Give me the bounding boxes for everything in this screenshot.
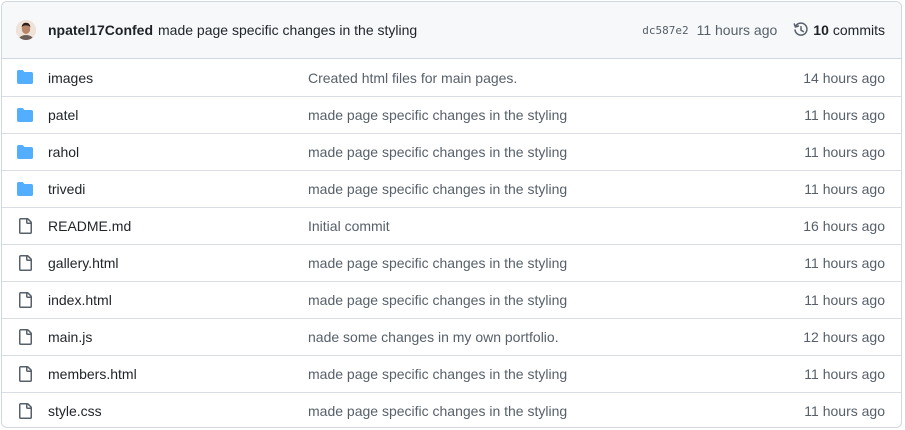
- file-icon: [17, 255, 33, 271]
- commit-message-link[interactable]: nade some changes in my own portfolio.: [308, 329, 559, 345]
- file-name-link[interactable]: style.css: [48, 403, 102, 419]
- file-name-link[interactable]: main.js: [48, 329, 92, 345]
- file-row[interactable]: images Created html files for main pages.…: [2, 59, 901, 96]
- commit-message-link[interactable]: made page specific changes in the stylin…: [308, 292, 567, 308]
- file-row[interactable]: index.html made page specific changes in …: [2, 281, 901, 318]
- commit-time: 11 hours ago: [804, 144, 885, 160]
- commit-time: 14 hours ago: [803, 69, 885, 86]
- folder-icon: [17, 69, 33, 85]
- commit-message-link[interactable]: made page specific changes in the stylin…: [308, 366, 567, 382]
- commit-time: 11 hours ago: [804, 403, 885, 419]
- file-name-link[interactable]: index.html: [48, 292, 112, 308]
- latest-commit-bar: npatel17Confed made page specific change…: [2, 2, 901, 59]
- commit-message-link[interactable]: made page specific changes in the stylin…: [308, 144, 567, 160]
- commit-message-link[interactable]: made page specific changes in the stylin…: [308, 181, 567, 197]
- file-name-link[interactable]: rahol: [48, 144, 79, 160]
- file-icon: [17, 403, 33, 419]
- commit-time: 11 hours ago: [804, 292, 885, 308]
- file-icon: [17, 329, 33, 345]
- folder-icon: [17, 181, 33, 197]
- file-name-link[interactable]: trivedi: [48, 181, 85, 197]
- commit-author-link[interactable]: npatel17Confed: [48, 22, 153, 38]
- commit-time: 16 hours ago: [803, 218, 885, 234]
- file-row[interactable]: members.html made page specific changes i…: [2, 355, 901, 392]
- commits-label: commits: [832, 22, 885, 38]
- avatar-image: [16, 20, 36, 40]
- history-icon: [793, 22, 808, 36]
- folder-icon: [17, 144, 33, 160]
- file-row[interactable]: gallery.html made page specific changes i…: [2, 244, 901, 281]
- folder-icon: [17, 107, 33, 123]
- file-row[interactable]: rahol made page specific changes in the s…: [2, 133, 901, 170]
- commit-count: 10: [813, 22, 829, 38]
- latest-commit-message[interactable]: made page specific changes in the stylin…: [158, 22, 417, 38]
- file-icon: [17, 292, 33, 308]
- file-row[interactable]: style.css made page specific changes in t…: [2, 392, 901, 427]
- commit-message-link[interactable]: made page specific changes in the stylin…: [308, 403, 567, 419]
- latest-commit-time: 11 hours ago: [696, 22, 778, 38]
- avatar[interactable]: [16, 20, 36, 40]
- commit-time: 11 hours ago: [804, 107, 885, 123]
- file-row[interactable]: README.md Initial commit 16 hours ago: [2, 207, 901, 244]
- file-row[interactable]: main.js nade some changes in my own portf…: [2, 318, 901, 355]
- commit-message-link[interactable]: made page specific changes in the stylin…: [308, 107, 567, 123]
- commit-sha-link[interactable]: dc587e2: [642, 24, 688, 37]
- file-name-link[interactable]: gallery.html: [48, 255, 119, 271]
- commit-time: 11 hours ago: [804, 255, 885, 271]
- commit-time: 12 hours ago: [803, 329, 885, 345]
- file-list: images Created html files for main pages.…: [2, 59, 901, 427]
- file-browser: npatel17Confed made page specific change…: [1, 1, 902, 428]
- commits-history-link[interactable]: 10 commits: [793, 22, 885, 38]
- file-icon: [17, 218, 33, 234]
- file-name-link[interactable]: patel: [48, 107, 78, 123]
- commit-message-link[interactable]: Created html files for main pages.: [308, 70, 517, 86]
- file-icon: [17, 366, 33, 382]
- commit-message-link[interactable]: Initial commit: [308, 218, 390, 234]
- file-row[interactable]: trivedi made page specific changes in the…: [2, 170, 901, 207]
- file-row[interactable]: patel made page specific changes in the s…: [2, 96, 901, 133]
- file-name-link[interactable]: images: [48, 70, 93, 86]
- file-name-link[interactable]: members.html: [48, 366, 137, 382]
- file-name-link[interactable]: README.md: [48, 218, 131, 234]
- commit-time: 11 hours ago: [804, 366, 885, 382]
- commit-message-link[interactable]: made page specific changes in the stylin…: [308, 255, 567, 271]
- commit-time: 11 hours ago: [804, 181, 885, 197]
